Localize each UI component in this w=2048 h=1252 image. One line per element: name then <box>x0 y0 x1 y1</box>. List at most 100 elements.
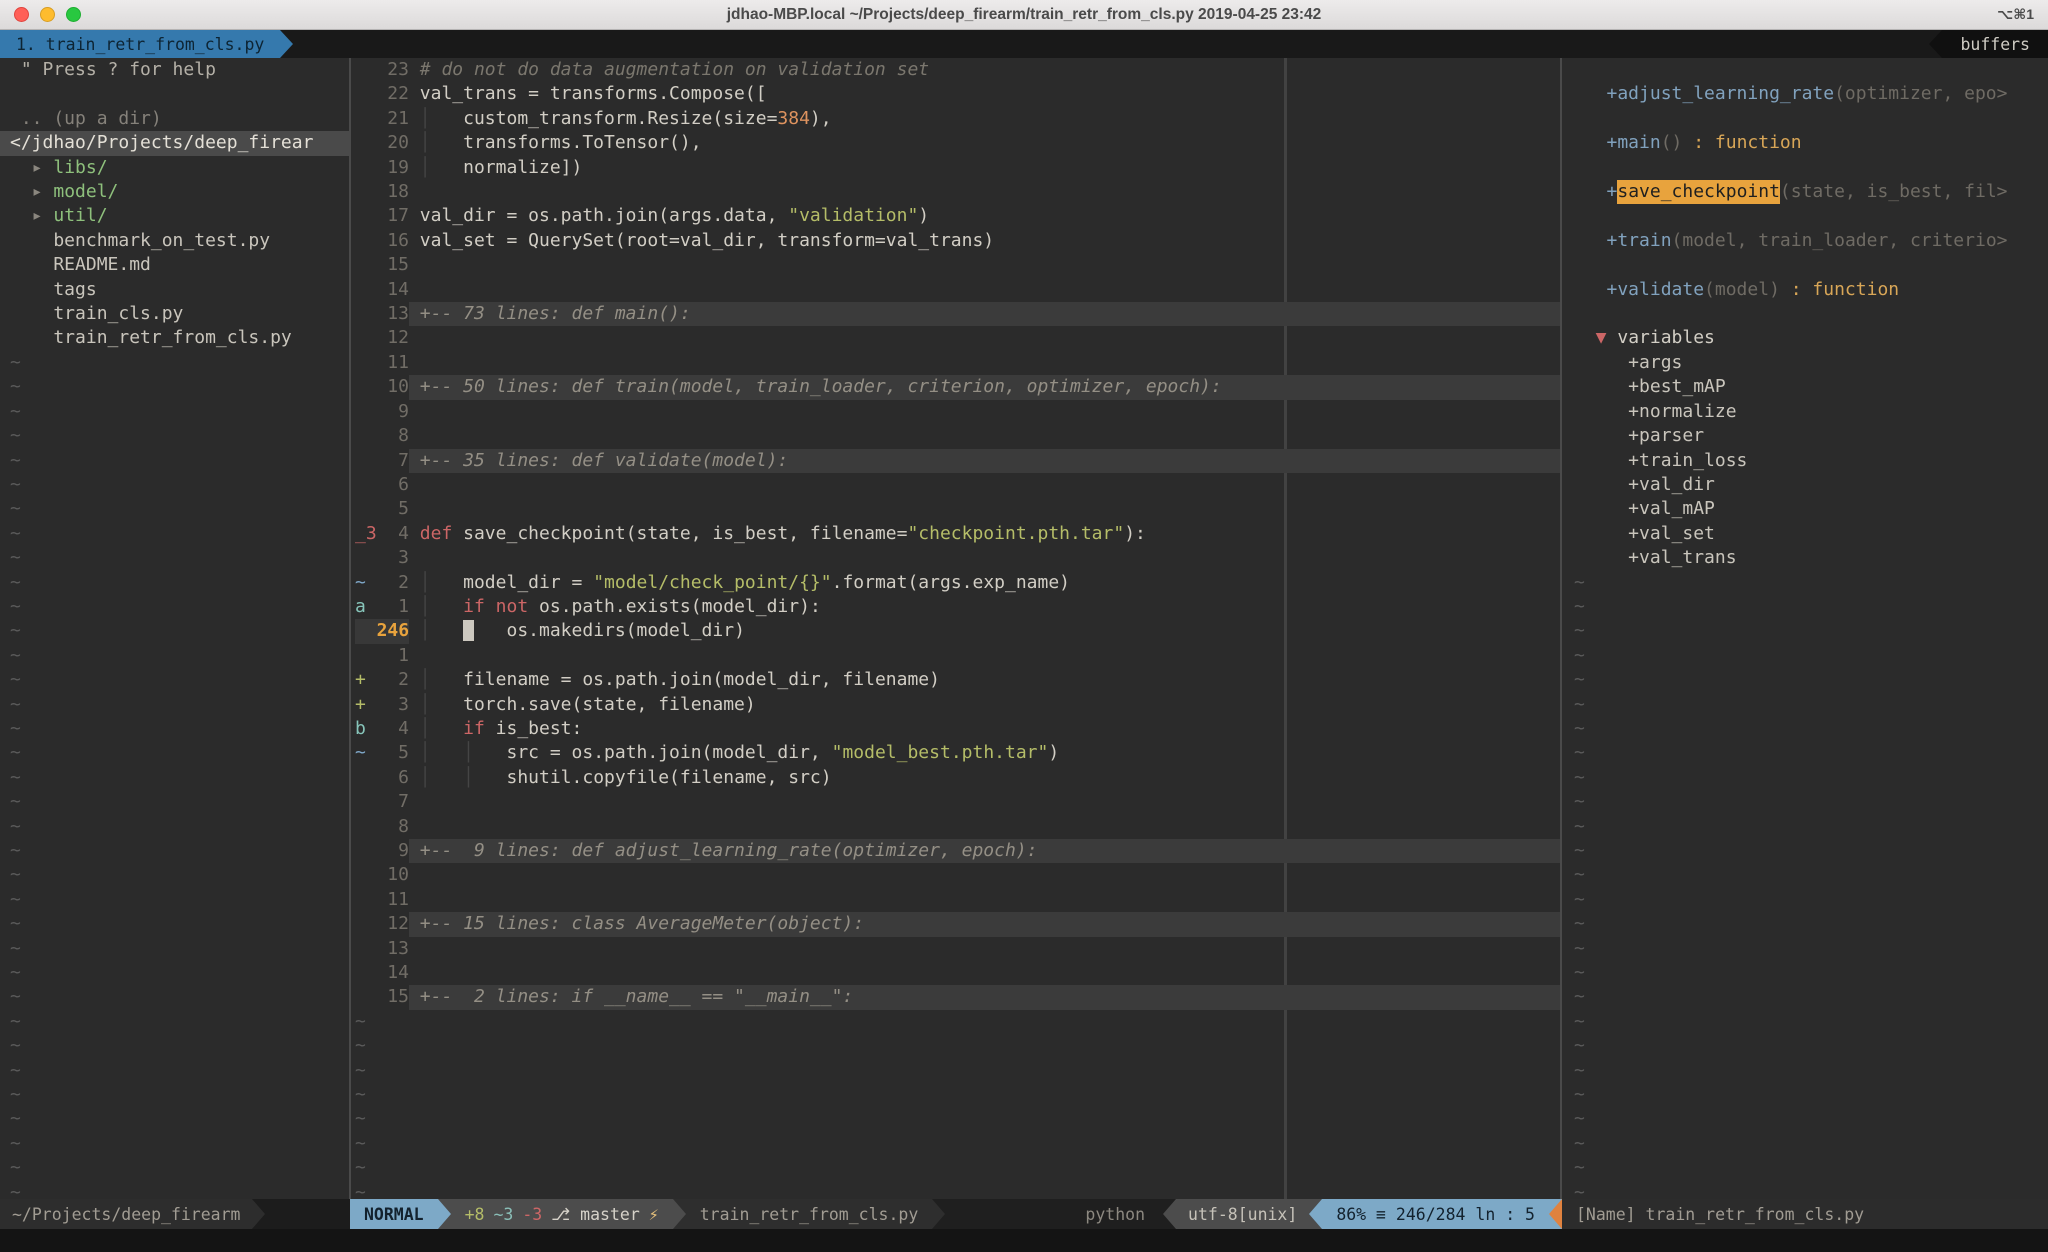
window-separator <box>1560 58 1562 1199</box>
code-line[interactable]: 7 <box>351 790 1562 814</box>
code-line[interactable]: 13 <box>351 937 1562 961</box>
zoom-button[interactable] <box>66 7 81 22</box>
buffers-label: buffers <box>1942 30 2048 58</box>
code-line[interactable]: 11 <box>351 351 1562 375</box>
empty-line-tilde: ~ <box>1562 571 2048 595</box>
code-line[interactable]: 17val_dir = os.path.join(args.data, "val… <box>351 204 1562 228</box>
code-line[interactable]: 15 <box>351 253 1562 277</box>
code-line[interactable]: 14 <box>351 961 1562 985</box>
tag-item[interactable]: +best_mAP <box>1562 375 2048 399</box>
folded-code-line[interactable]: 12+-- 15 lines: class AverageMeter(objec… <box>351 912 1562 936</box>
code-line[interactable]: 18 <box>351 180 1562 204</box>
folded-code-line[interactable]: 13+-- 73 lines: def main(): <box>351 302 1562 326</box>
git-branch: ⎇ master <box>551 1205 640 1224</box>
minimize-button[interactable] <box>40 7 55 22</box>
tree-item[interactable]: benchmark_on_test.py <box>0 229 349 253</box>
tag-item[interactable] <box>1562 156 2048 180</box>
code-line[interactable]: 16val_set = QuerySet(root=val_dir, trans… <box>351 229 1562 253</box>
cursor-position-indicator: 86% ≡ 246/284 ln : 5 <box>1322 1199 1549 1229</box>
buffer-tab[interactable]: 1. train_retr_from_cls.py <box>0 30 280 58</box>
tag-item[interactable]: +main() : function <box>1562 131 2048 155</box>
tag-item[interactable] <box>1562 302 2048 326</box>
tag-item[interactable]: +val_trans <box>1562 546 2048 570</box>
empty-line-tilde: ~ <box>351 1059 1562 1083</box>
empty-line-tilde: ~ <box>0 424 349 448</box>
tree-item[interactable]: tags <box>0 278 349 302</box>
folded-code-line[interactable]: 7+-- 35 lines: def validate(model): <box>351 449 1562 473</box>
code-line[interactable]: a1│ if not os.path.exists(model_dir): <box>351 595 1562 619</box>
tree-item[interactable]: </jdhao/Projects/deep_firear <box>0 131 349 155</box>
window-title: jdhao-MBP.local ~/Projects/deep_firearm/… <box>0 6 2048 24</box>
code-line[interactable]: 6│ │ shutil.copyfile(filename, src) <box>351 766 1562 790</box>
tagbar-panel[interactable]: +adjust_learning_rate(optimizer, epo> +m… <box>1562 58 2048 1199</box>
tree-item[interactable]: " Press ? for help <box>0 58 349 82</box>
code-line[interactable]: ~2│ model_dir = "model/check_point/{}".f… <box>351 571 1562 595</box>
code-line[interactable]: 21│ custom_transform.Resize(size=384), <box>351 107 1562 131</box>
empty-line-tilde: ~ <box>0 985 349 1009</box>
tag-item[interactable] <box>1562 253 2048 277</box>
code-line[interactable]: 23# do not do data augmentation on valid… <box>351 58 1562 82</box>
window-separator <box>349 58 351 1199</box>
tag-item[interactable]: +args <box>1562 351 2048 375</box>
folded-code-line[interactable]: 15+-- 2 lines: if __name__ == "__main__"… <box>351 985 1562 1009</box>
empty-line-tilde: ~ <box>0 595 349 619</box>
tag-item[interactable]: +val_mAP <box>1562 497 2048 521</box>
code-line[interactable]: ~5│ │ src = os.path.join(model_dir, "mod… <box>351 741 1562 765</box>
tree-item[interactable]: ▸ util/ <box>0 204 349 228</box>
code-line[interactable]: 10 <box>351 863 1562 887</box>
tree-item[interactable]: ▸ model/ <box>0 180 349 204</box>
folded-code-line[interactable]: 10+-- 50 lines: def train(model, train_l… <box>351 375 1562 399</box>
empty-line-tilde: ~ <box>0 1034 349 1058</box>
tag-item[interactable] <box>1562 204 2048 228</box>
code-line[interactable]: 6 <box>351 473 1562 497</box>
command-line[interactable] <box>0 1229 2048 1252</box>
editor-panel[interactable]: 23# do not do data augmentation on valid… <box>351 58 1562 1199</box>
code-line[interactable]: 9 <box>351 400 1562 424</box>
tree-item[interactable]: train_cls.py <box>0 302 349 326</box>
tag-item[interactable]: +val_dir <box>1562 473 2048 497</box>
tag-item[interactable] <box>1562 107 2048 131</box>
git-segment: +8 ~3 -3 ⎇ master ⚡ <box>451 1199 673 1229</box>
statusline-spacer <box>945 1199 1067 1229</box>
tag-item[interactable]: ▼ variables <box>1562 326 2048 350</box>
window-shortcut-badge: ⌥⌘1 <box>1997 6 2034 23</box>
tag-item[interactable]: +save_checkpoint(state, is_best, fil> <box>1562 180 2048 204</box>
code-line[interactable]: 8 <box>351 815 1562 839</box>
tag-item[interactable]: +parser <box>1562 424 2048 448</box>
code-line[interactable]: b4│ if is_best: <box>351 717 1562 741</box>
tree-item[interactable]: train_retr_from_cls.py <box>0 326 349 350</box>
tree-item[interactable]: ▸ libs/ <box>0 156 349 180</box>
tag-item[interactable]: +train_loss <box>1562 449 2048 473</box>
git-removed-count: -3 <box>522 1205 542 1224</box>
code-line[interactable]: 11 <box>351 888 1562 912</box>
tag-item[interactable]: +validate(model) : function <box>1562 278 2048 302</box>
code-line[interactable]: +2│ filename = os.path.join(model_dir, f… <box>351 668 1562 692</box>
tag-item[interactable]: +val_set <box>1562 522 2048 546</box>
close-button[interactable] <box>14 7 29 22</box>
tag-item[interactable]: +adjust_learning_rate(optimizer, epo> <box>1562 82 2048 106</box>
code-line[interactable]: 1 <box>351 644 1562 668</box>
tree-item[interactable] <box>0 82 349 106</box>
tag-item[interactable]: +train(model, train_loader, criterio> <box>1562 229 2048 253</box>
code-line[interactable]: +3│ torch.save(state, filename) <box>351 693 1562 717</box>
code-line[interactable]: 8 <box>351 424 1562 448</box>
empty-line-tilde: ~ <box>0 1059 349 1083</box>
code-line[interactable]: 12 <box>351 326 1562 350</box>
empty-line-tilde: ~ <box>0 400 349 424</box>
tree-item[interactable]: .. (up a dir) <box>0 107 349 131</box>
code-line[interactable]: _34def save_checkpoint(state, is_best, f… <box>351 522 1562 546</box>
file-tree-panel[interactable]: " Press ? for help .. (up a dir)</jdhao/… <box>0 58 349 1199</box>
code-line[interactable]: 22val_trans = transforms.Compose([ <box>351 82 1562 106</box>
tree-item[interactable]: README.md <box>0 253 349 277</box>
code-line[interactable]: 3 <box>351 546 1562 570</box>
tag-item[interactable]: +normalize <box>1562 400 2048 424</box>
empty-line-tilde: ~ <box>0 888 349 912</box>
code-line[interactable]: 19│ normalize]) <box>351 156 1562 180</box>
code-line[interactable]: 246│ os.makedirs(model_dir) <box>351 619 1562 643</box>
tag-item[interactable] <box>1562 58 2048 82</box>
folded-code-line[interactable]: 9+-- 9 lines: def adjust_learning_rate(o… <box>351 839 1562 863</box>
code-line[interactable]: 5 <box>351 497 1562 521</box>
code-line[interactable]: 20│ transforms.ToTensor(), <box>351 131 1562 155</box>
code-line[interactable]: 14 <box>351 278 1562 302</box>
empty-line-tilde: ~ <box>1562 595 2048 619</box>
